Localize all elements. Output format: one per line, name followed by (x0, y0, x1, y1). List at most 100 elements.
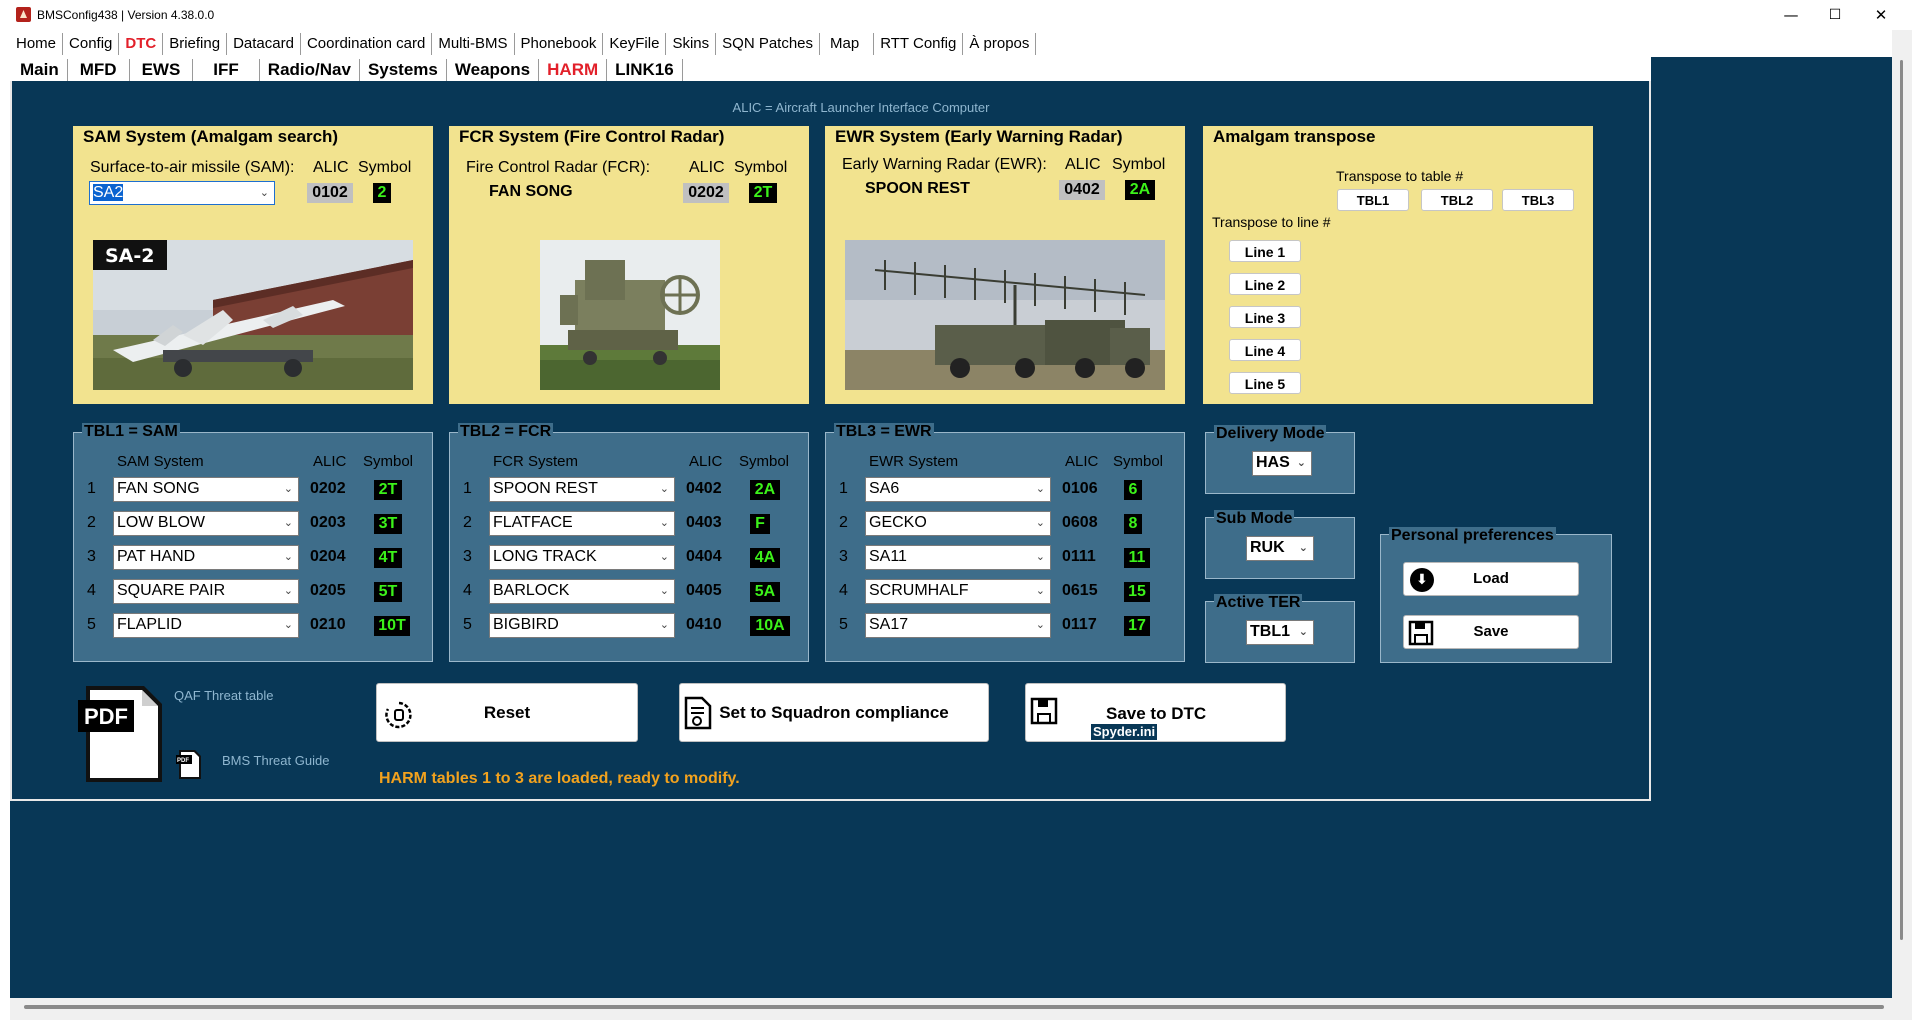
tbl1-row-select[interactable]: FLAPLID ⌄ (113, 613, 299, 638)
tbl1-row-symbol: 5T (374, 582, 402, 602)
minimize-button[interactable]: — (1768, 0, 1814, 30)
tab-radio-nav[interactable]: Radio/Nav (260, 59, 360, 81)
chevron-down-icon: ⌄ (659, 550, 669, 563)
reset-button[interactable]: Reset (376, 683, 638, 742)
transpose-line2-button[interactable]: Line 2 (1229, 273, 1301, 295)
tab-harm[interactable]: HARM (539, 59, 608, 81)
tbl2-group: TBL2 = FCR FCR System ALIC Symbol 1 SPOO… (449, 423, 809, 662)
bms-threat-guide-link[interactable]: BMS Threat Guide (222, 753, 329, 768)
horizontal-scrollbar-thumb[interactable] (24, 1005, 1884, 1009)
tab-ews[interactable]: EWS (130, 59, 194, 81)
pdf-icon[interactable]: PDF (78, 686, 164, 784)
delivery-mode-select[interactable]: HAS ⌄ (1252, 451, 1312, 476)
chevron-down-icon: ⌄ (1035, 584, 1045, 597)
tbl3-row-number: 1 (839, 480, 848, 497)
menu-config[interactable]: Config (63, 32, 120, 55)
save-button[interactable]: Save (1403, 615, 1579, 649)
tbl3-row-select[interactable]: SCRUMHALF ⌄ (865, 579, 1051, 604)
tbl1-row-alic: 0202 (310, 480, 346, 497)
tbl3-col-system: EWR System (869, 453, 959, 470)
load-label: Load (1473, 570, 1509, 587)
sub-mode-select[interactable]: RUK ⌄ (1246, 536, 1314, 561)
download-icon: ⬇ (1410, 568, 1434, 592)
menu-skins[interactable]: Skins (666, 32, 717, 55)
tbl1-row-select[interactable]: SQUARE PAIR ⌄ (113, 579, 299, 604)
transpose-line4-button[interactable]: Line 4 (1229, 339, 1301, 361)
maximize-button[interactable]: ☐ (1812, 0, 1858, 30)
tbl2-row-select[interactable]: LONG TRACK ⌄ (489, 545, 675, 570)
ewr-photo (845, 240, 1165, 390)
sam-alic-header: ALIC (313, 159, 349, 176)
ewr-panel-title: EWR System (Early Warning Radar) (835, 127, 1123, 146)
tbl2-col-symbol: Symbol (739, 453, 790, 470)
chevron-down-icon: ⌄ (1298, 625, 1308, 638)
menu-phonebook[interactable]: Phonebook (515, 32, 604, 55)
tbl1-row-select[interactable]: PAT HAND ⌄ (113, 545, 299, 570)
transpose-tbl2-button[interactable]: TBL2 (1421, 189, 1493, 211)
tbl1-row-alic: 0204 (310, 548, 346, 565)
fcr-label: Fire Control Radar (FCR): (466, 159, 651, 176)
tbl2-row-select[interactable]: FLATFACE ⌄ (489, 511, 675, 536)
transpose-line3-button[interactable]: Line 3 (1229, 306, 1301, 328)
tbl3-row-symbol: 17 (1124, 616, 1150, 636)
transpose-tbl3-button[interactable]: TBL3 (1502, 189, 1574, 211)
menu-keyfile[interactable]: KeyFile (603, 32, 667, 55)
sam-label: Surface-to-air missile (SAM): (90, 159, 295, 176)
save-label: Save (1473, 623, 1509, 640)
tbl2-row-select[interactable]: BARLOCK ⌄ (489, 579, 675, 604)
save-to-dtc-button[interactable]: Save to DTC Spyder.ini (1025, 683, 1286, 742)
tbl3-row-select[interactable]: SA17 ⌄ (865, 613, 1051, 638)
menu-briefing[interactable]: Briefing (163, 32, 228, 55)
tab-systems[interactable]: Systems (360, 59, 447, 81)
tab-main[interactable]: Main (12, 59, 68, 81)
tbl1-row-select[interactable]: FAN SONG ⌄ (113, 477, 299, 502)
load-button[interactable]: ⬇ Load (1403, 562, 1579, 596)
tbl3-row-symbol: 11 (1124, 548, 1150, 568)
ewr-symbol-value: 2A (1125, 180, 1155, 200)
reset-icon (383, 697, 415, 754)
vertical-scrollbar-thumb[interactable] (1900, 60, 1903, 940)
tbl3-row-select[interactable]: SA6 ⌄ (865, 477, 1051, 502)
tbl2-row-select[interactable]: BIGBIRD ⌄ (489, 613, 675, 638)
menu-a-propos[interactable]: À propos (963, 32, 1037, 55)
menu-sqn-patches[interactable]: SQN Patches (716, 32, 821, 55)
menu-multi-bms[interactable]: Multi-BMS (432, 32, 515, 55)
sam-select[interactable]: SA2 ⌄ (89, 181, 275, 205)
tab-link16[interactable]: LINK16 (607, 59, 683, 81)
tbl2-row-alic: 0410 (686, 616, 722, 633)
tab-mfd[interactable]: MFD (68, 59, 130, 81)
vertical-scrollbar[interactable] (1892, 30, 1912, 1020)
window-title: BMSConfig438 | Version 4.38.0.0 (37, 8, 215, 22)
ewr-label: Early Warning Radar (EWR): (842, 156, 1047, 173)
tbl2-row-number: 2 (463, 514, 472, 531)
menu-datacard[interactable]: Datacard (227, 32, 301, 55)
sub-mode-title: Sub Mode (1214, 510, 1295, 528)
tbl3-col-symbol: Symbol (1113, 453, 1164, 470)
menu-home[interactable]: Home (10, 32, 64, 55)
close-button[interactable]: ✕ (1858, 0, 1904, 30)
tbl1-row-select[interactable]: LOW BLOW ⌄ (113, 511, 299, 536)
sub-mode-value: RUK (1250, 539, 1285, 556)
tbl1-row-system: SQUARE PAIR (117, 582, 226, 599)
transpose-tbl1-button[interactable]: TBL1 (1337, 189, 1409, 211)
menu-map[interactable]: Map (820, 32, 875, 55)
tbl3-row-select[interactable]: GECKO ⌄ (865, 511, 1051, 536)
tab-iff[interactable]: IFF (193, 59, 260, 81)
menu-rtt-config[interactable]: RTT Config (874, 32, 964, 55)
tab-weapons[interactable]: Weapons (447, 59, 540, 81)
transpose-line1-button[interactable]: Line 1 (1229, 240, 1301, 262)
tbl2-row-select[interactable]: SPOON REST ⌄ (489, 477, 675, 502)
active-ter-select[interactable]: TBL1 ⌄ (1246, 620, 1314, 645)
ewr-symbol-header: Symbol (1112, 156, 1166, 173)
fcr-value: FAN SONG (489, 183, 573, 200)
horizontal-scrollbar[interactable] (10, 998, 1892, 1020)
menu-dtc[interactable]: DTC (119, 32, 164, 55)
menu-coordination-card[interactable]: Coordination card (301, 32, 433, 55)
squadron-compliance-button[interactable]: Set to Squadron compliance (679, 683, 989, 742)
tbl3-row-system: SA11 (869, 548, 907, 565)
tbl1-row-system: FLAPLID (117, 616, 182, 633)
tbl3-row-select[interactable]: SA11 ⌄ (865, 545, 1051, 570)
transpose-line5-button[interactable]: Line 5 (1229, 372, 1301, 394)
small-pdf-icon[interactable]: PDF (176, 750, 202, 780)
qaf-threat-table-link[interactable]: QAF Threat table (174, 688, 273, 703)
